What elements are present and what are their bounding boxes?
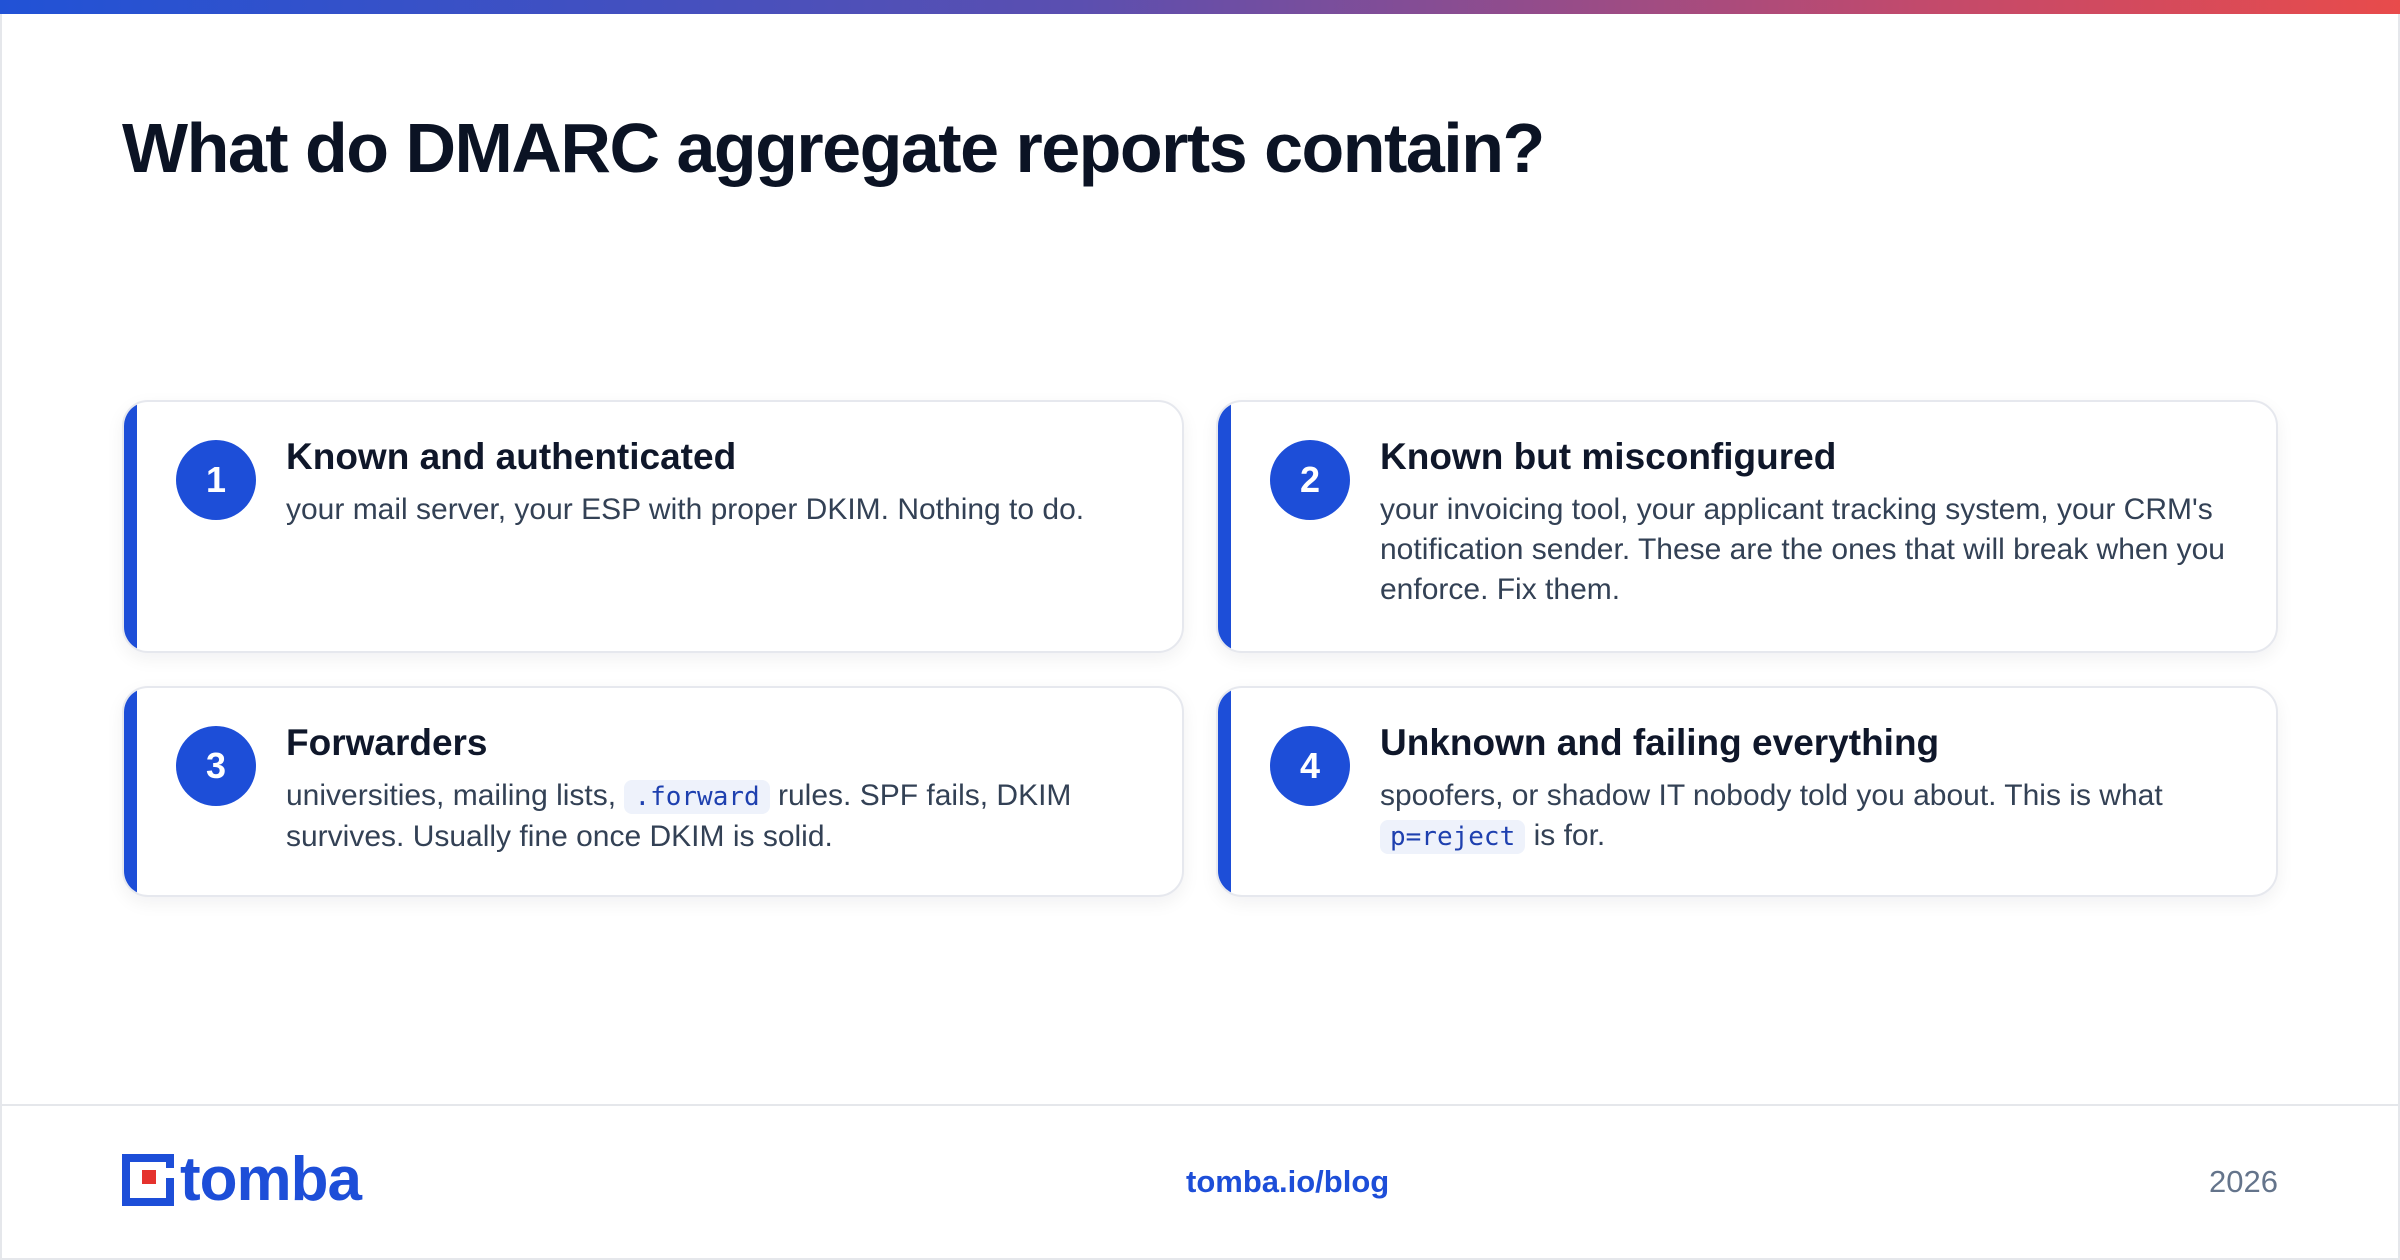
inline-code: p=reject [1380, 820, 1526, 854]
card-body: your mail server, your ESP with proper D… [286, 493, 1085, 526]
footer-year: 2026 [2209, 1164, 2278, 1199]
tomba-logo[interactable]: tomba [122, 1145, 362, 1214]
blog-link[interactable]: tomba.io/blog [1186, 1164, 1389, 1200]
card-body: your invoicing tool, your applicant trac… [1380, 493, 2225, 606]
card-known-authenticated: 1 Known and authenticated your mail serv… [122, 400, 1184, 653]
card-body-text: spoofers, or shadow IT nobody told you a… [1380, 779, 2163, 812]
logo-wordmark: tomba [180, 1145, 362, 1214]
card-unknown-failing: 4 Unknown and failing everything spoofer… [1216, 686, 2278, 897]
step-number-badge: 3 [176, 726, 256, 806]
card-body-text: universities, mailing lists, [286, 779, 625, 812]
step-number-badge: 2 [1270, 440, 1350, 520]
step-number-badge: 1 [176, 440, 256, 520]
card-forwarders: 3 Forwarders universities, mailing lists… [122, 686, 1184, 897]
footer-divider [0, 1104, 2400, 1106]
card-body: spoofers, or shadow IT nobody told you a… [1380, 776, 2236, 857]
inline-code: .forward [624, 780, 770, 814]
step-number-badge: 4 [1270, 726, 1350, 806]
card-title: Known and authenticated [286, 436, 737, 477]
page-title: What do DMARC aggregate reports contain? [122, 109, 1545, 187]
tomba-logo-mark-icon [122, 1154, 174, 1206]
card-title: Forwarders [286, 722, 488, 763]
gradient-top-bar [0, 0, 2400, 14]
card-known-misconfigured: 2 Known but misconfigured your invoicing… [1216, 400, 2278, 653]
card-title: Unknown and failing everything [1380, 722, 1940, 763]
card-body-text: is for. [1525, 819, 1606, 852]
card-body: universities, mailing lists, .forward ru… [286, 776, 1142, 857]
card-title: Known but misconfigured [1380, 436, 1837, 477]
